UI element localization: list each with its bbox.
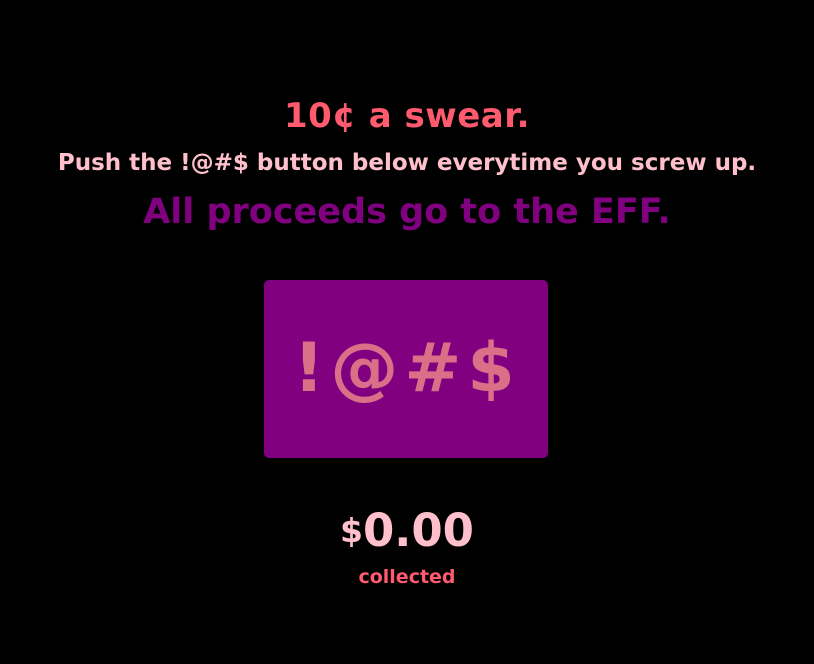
total-display: $0.00 xyxy=(0,504,814,557)
total-amount: 0.00 xyxy=(362,504,474,557)
page-title: 10¢ a swear. xyxy=(283,96,531,136)
instructions-text: Push the !@#$ button below everytime you… xyxy=(57,150,757,176)
swear-button[interactable]: !@#$ xyxy=(264,280,548,458)
proceeds-text: All proceeds go to the EFF. xyxy=(143,192,671,232)
swear-button-label: !@#$ xyxy=(293,329,521,408)
collected-caption: collected xyxy=(358,566,456,588)
currency-symbol: $ xyxy=(340,511,363,550)
